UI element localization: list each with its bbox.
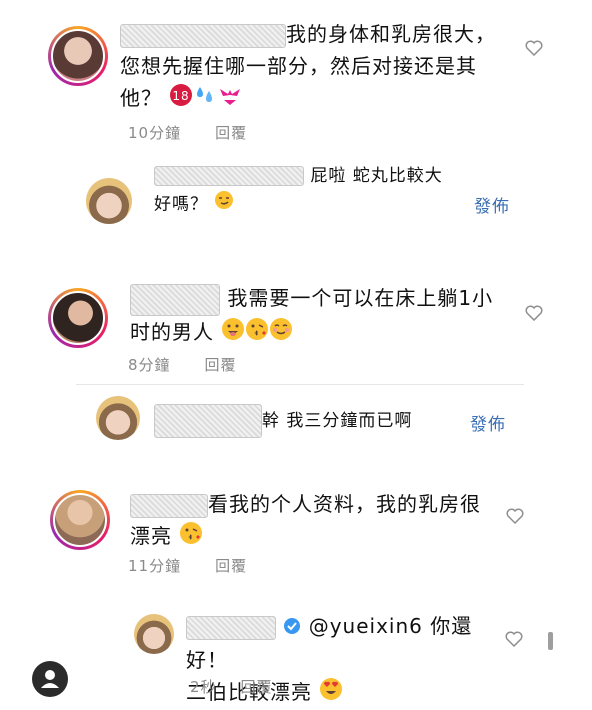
comment-text: 您想先握住哪一部分，然后对接还是其 (120, 54, 477, 78)
avatar[interactable] (50, 490, 110, 550)
svg-text:18: 18 (173, 89, 190, 103)
bikini-icon (217, 83, 243, 116)
divider (76, 384, 524, 385)
reply-button[interactable]: 回覆 (215, 124, 247, 142)
comment-text: 好嗎？ (154, 194, 208, 215)
comment-body: 我的身体和乳房很大， 您想先握住哪一部分，然后对接还是其 他？ 18 (120, 18, 520, 116)
timestamp: 11分鐘 (128, 557, 182, 575)
profile-icon[interactable] (32, 661, 68, 697)
comment-body: 看我的个人资料，我的乳房很 漂亮 (130, 488, 520, 554)
avatar-photo (51, 291, 105, 345)
avatar[interactable] (96, 396, 140, 440)
comment-text: 我的身体和乳房很大， (286, 22, 496, 46)
18-icon: 18 (169, 83, 193, 116)
tongue-face-icon (221, 317, 245, 350)
post-button[interactable]: 發佈 (474, 192, 510, 217)
timestamp: 10分鐘 (128, 124, 182, 142)
comment-text: 漂亮 (130, 524, 172, 548)
like-heart-icon[interactable] (525, 40, 543, 60)
avatar[interactable] (48, 288, 108, 348)
comment-text: 看我的个人资料，我的乳房很 (208, 492, 481, 516)
comment-text: 幹 我三分鐘而已啊 (262, 411, 413, 431)
reply-button[interactable]: 回覆 (241, 678, 273, 696)
kiss-face-icon (179, 521, 203, 554)
kiss-face-icon (245, 317, 269, 350)
blush-smile-icon (269, 317, 293, 350)
sweat-drops-icon (193, 83, 217, 116)
comment-text: 他？ (120, 86, 162, 110)
redacted-username[interactable] (154, 166, 304, 186)
comment-text: 时的男人 (130, 319, 214, 344)
smirk-face-icon (214, 190, 234, 219)
comment-meta: 11分鐘 回覆 (128, 555, 281, 576)
reply-body: 屁啦 蛇丸比較大 好嗎？ (154, 162, 474, 219)
like-heart-icon[interactable] (505, 631, 523, 651)
comment-meta: 2秒 回覆 (190, 676, 307, 697)
reply-button[interactable]: 回覆 (215, 557, 247, 575)
comment-text: 我需要一个可以在床上躺1小 (227, 286, 494, 310)
avatar-photo (53, 493, 107, 547)
reply-button[interactable]: 回覆 (205, 356, 237, 374)
redacted-username[interactable] (130, 283, 220, 316)
comment-text: 屁啦 蛇丸比較大 (310, 166, 443, 186)
comment-body: 我需要一个可以在床上躺1小 时的男人 (130, 282, 520, 350)
timestamp: 2秒 (190, 678, 217, 696)
redacted-username[interactable] (154, 404, 262, 438)
heart-eyes-icon (319, 677, 343, 710)
like-heart-icon[interactable] (525, 305, 543, 325)
avatar[interactable] (48, 26, 108, 86)
reply-body: 幹 我三分鐘而已啊 (154, 404, 454, 438)
redacted-username[interactable] (120, 23, 286, 48)
like-heart-icon[interactable] (506, 508, 524, 528)
comment-meta: 10分鐘 回覆 (128, 122, 281, 143)
avatar[interactable] (86, 178, 132, 224)
comment-meta: 8分鐘 回覆 (128, 354, 271, 375)
scrollbar[interactable] (548, 632, 553, 650)
verified-badge-icon (283, 612, 301, 644)
avatar-photo (51, 29, 105, 83)
avatar[interactable] (134, 614, 174, 654)
post-button[interactable]: 發佈 (470, 410, 506, 435)
timestamp: 8分鐘 (128, 356, 171, 374)
redacted-username[interactable] (186, 615, 276, 640)
redacted-username[interactable] (130, 493, 208, 518)
